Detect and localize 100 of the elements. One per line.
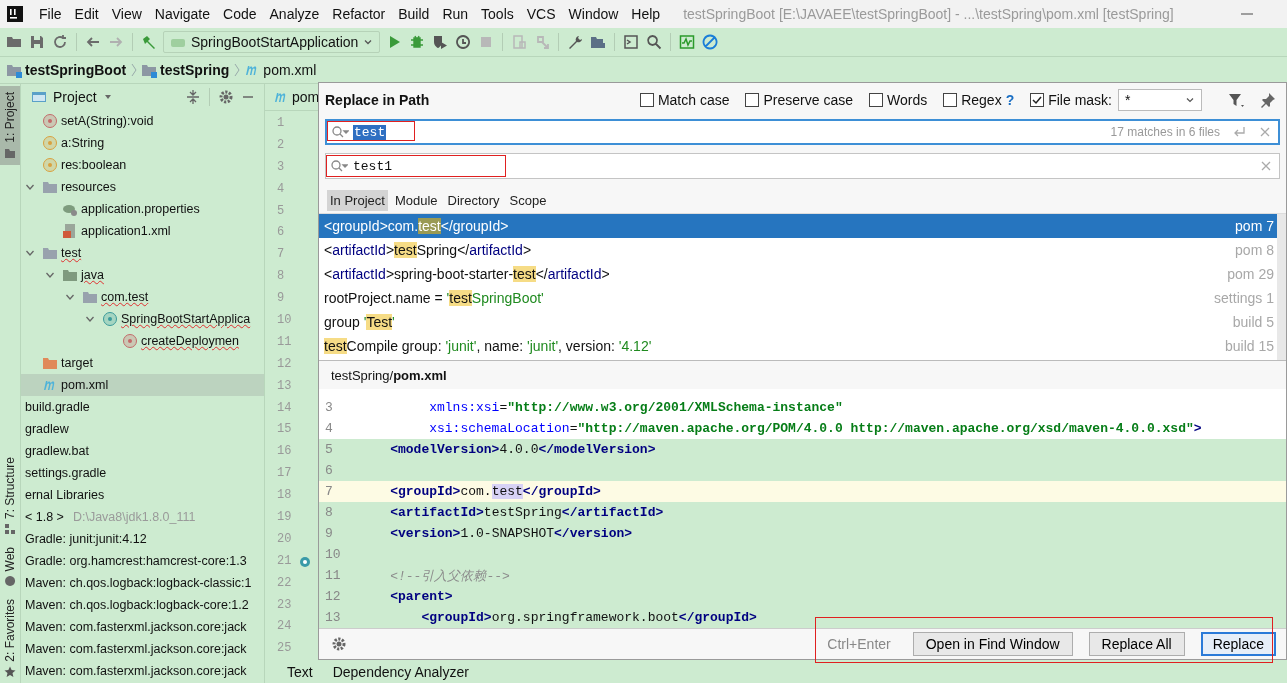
result-location: build 5 [1232, 314, 1274, 330]
result-location: settings 1 [1214, 290, 1274, 306]
tree-item[interactable]: application1.xml [21, 220, 264, 242]
replace-all-button[interactable]: Replace All [1088, 632, 1185, 656]
tree-item[interactable]: gradlew.bat [21, 440, 264, 462]
menu-item[interactable]: Refactor [332, 6, 386, 22]
scope-tab[interactable]: Directory [444, 189, 503, 211]
menu-item[interactable]: Build [398, 6, 430, 22]
menu-item[interactable]: File [39, 6, 62, 22]
sync-icon[interactable] [52, 34, 68, 50]
open-icon[interactable] [6, 34, 22, 50]
search-field[interactable]: test 17 matches in 6 files [325, 119, 1280, 145]
structure-icon [4, 522, 16, 535]
line-number: 10 [324, 547, 342, 562]
newline-icon[interactable] [1232, 125, 1246, 139]
code-line: <artifactId>testSpring</artifactId> [389, 505, 664, 520]
wrench-icon[interactable] [567, 34, 584, 50]
tree-item[interactable]: res:boolean [21, 154, 264, 176]
open-in-find-window-button[interactable]: Open in Find Window [912, 632, 1073, 656]
run-configuration-dropdown[interactable]: SpringBootStartApplication [163, 31, 381, 53]
settings-icon[interactable] [331, 636, 347, 652]
tree-item[interactable]: ernal Libraries [21, 484, 264, 506]
scrollbar[interactable] [1277, 214, 1286, 360]
search-icon[interactable] [646, 34, 663, 50]
search-icon[interactable] [330, 159, 348, 173]
tool-window-tab[interactable]: 2: Favorites [0, 593, 20, 683]
result-row[interactable]: group 'Test' build 5 [319, 310, 1286, 334]
search-icon[interactable] [331, 125, 349, 139]
replace-field[interactable]: test1 [325, 153, 1280, 179]
tree-item[interactable]: Gradle: org.hamcrest:hamcrest-core:1.3 [21, 550, 264, 572]
menu-item[interactable]: View [111, 6, 142, 22]
tree-item[interactable]: Maven: ch.qos.logback:logback-core:1.2 [21, 594, 264, 616]
tree-item[interactable]: setA(String):void [21, 110, 264, 132]
hammer-icon[interactable] [141, 34, 157, 50]
breadcrumb-item[interactable]: pom.xml [244, 62, 317, 78]
menu-item[interactable]: Run [442, 6, 469, 22]
tool-window-tab[interactable]: Web [0, 540, 20, 594]
option-checkbox[interactable]: Match case [639, 92, 730, 108]
block-icon[interactable] [702, 34, 719, 50]
collapse-icon[interactable] [185, 89, 201, 105]
close-icon[interactable] [1258, 125, 1272, 139]
coverage-icon[interactable] [432, 34, 449, 50]
option-checkbox[interactable]: Preserve case [745, 92, 853, 108]
pin-icon[interactable] [1260, 92, 1276, 108]
debug-icon[interactable] [409, 34, 426, 50]
terminal-icon[interactable] [623, 34, 640, 50]
result-row[interactable]: rootProject.name = 'testSpringBoot' settings 1 [319, 286, 1286, 310]
menu-item[interactable]: VCS [526, 6, 556, 22]
menu-item[interactable]: Tools [481, 6, 514, 22]
code-line: xmlns:xsi="http://www.w3.org/2001/XMLSchema-instance" [428, 400, 843, 415]
tree-item[interactable]: java [21, 264, 264, 286]
scope-tab[interactable]: Scope [506, 189, 550, 211]
tree-item[interactable]: build.gradle [21, 396, 264, 418]
editor-bottom-tab[interactable]: Dependency Analyzer [332, 664, 469, 680]
menu-item[interactable]: Code [223, 6, 257, 22]
tree-item[interactable]: Maven: com.fasterxml.jackson.core:jack [21, 616, 264, 638]
tree-item[interactable]: target [21, 352, 264, 374]
menu-item[interactable]: Help [631, 6, 661, 22]
result-row[interactable]: <artifactId>spring-boot-starter-test</artifactId> pom 29 [319, 262, 1286, 286]
tree-item[interactable]: a:String [21, 132, 264, 154]
tree-item[interactable]: resources [21, 176, 264, 198]
close-icon[interactable] [1259, 159, 1273, 173]
tool-window-tab[interactable]: 7: Structure [0, 450, 20, 541]
tree-item[interactable]: Maven: com.fasterxml.jackson.core:jack [21, 660, 264, 682]
tree-item[interactable]: settings.gradle [21, 462, 264, 484]
result-row[interactable]: <artifactId>testSpring</artifactId> pom 8 [319, 238, 1286, 262]
tree-item[interactable]: gradlew [21, 418, 264, 440]
option-checkbox[interactable]: Regex ? [943, 92, 1015, 108]
tree-item[interactable]: SpringBootStartApplica [21, 308, 264, 330]
panel-title[interactable]: Project [53, 89, 97, 105]
scope-tab[interactable]: Module [391, 189, 441, 211]
file-mask-dropdown[interactable]: * [1118, 89, 1202, 111]
menu-item[interactable]: Window [568, 6, 619, 22]
save-icon[interactable] [29, 34, 45, 50]
breadcrumb-item[interactable]: testSpringBoot [6, 62, 138, 78]
monitor-icon[interactable] [679, 34, 696, 50]
replace-button[interactable]: Replace [1200, 632, 1276, 656]
option-checkbox[interactable]: Words [868, 92, 928, 108]
tree-item[interactable]: pom.xml [21, 374, 264, 396]
filter-icon[interactable] [1228, 92, 1244, 108]
scope-tab[interactable]: In Project [327, 189, 388, 211]
menu-item[interactable]: Navigate [154, 6, 211, 22]
editor-bottom-tab[interactable]: Text [287, 664, 313, 680]
menu-item[interactable]: Edit [74, 6, 99, 22]
tree-item[interactable]: < 1.8 > D:\Java8\jdk1.8.0_111 [21, 506, 264, 528]
tree-item[interactable]: Maven: ch.qos.logback:logback-classic:1 [21, 572, 264, 594]
tree-item[interactable]: com.test [21, 286, 264, 308]
result-row[interactable]: testCompile group: 'junit', name: 'junit', version: '4.12' build 15 [319, 334, 1286, 358]
structure-icon[interactable] [590, 34, 607, 50]
breadcrumb-item[interactable]: testSpring [141, 62, 241, 78]
profile-icon[interactable] [455, 34, 472, 50]
tree-item[interactable]: application.properties [21, 198, 264, 220]
tree-item[interactable]: Maven: com.fasterxml.jackson.core:jack [21, 638, 264, 660]
tree-item[interactable]: createDeploymen [21, 330, 264, 352]
option-checkbox[interactable]: File mask: [1030, 92, 1112, 108]
tool-window-tab[interactable]: 1: Project [0, 86, 20, 165]
tree-item[interactable]: test [21, 242, 264, 264]
tree-item[interactable]: Gradle: junit:junit:4.12 [21, 528, 264, 550]
settings-icon[interactable] [218, 89, 234, 105]
menu-item[interactable]: Analyze [269, 6, 320, 22]
